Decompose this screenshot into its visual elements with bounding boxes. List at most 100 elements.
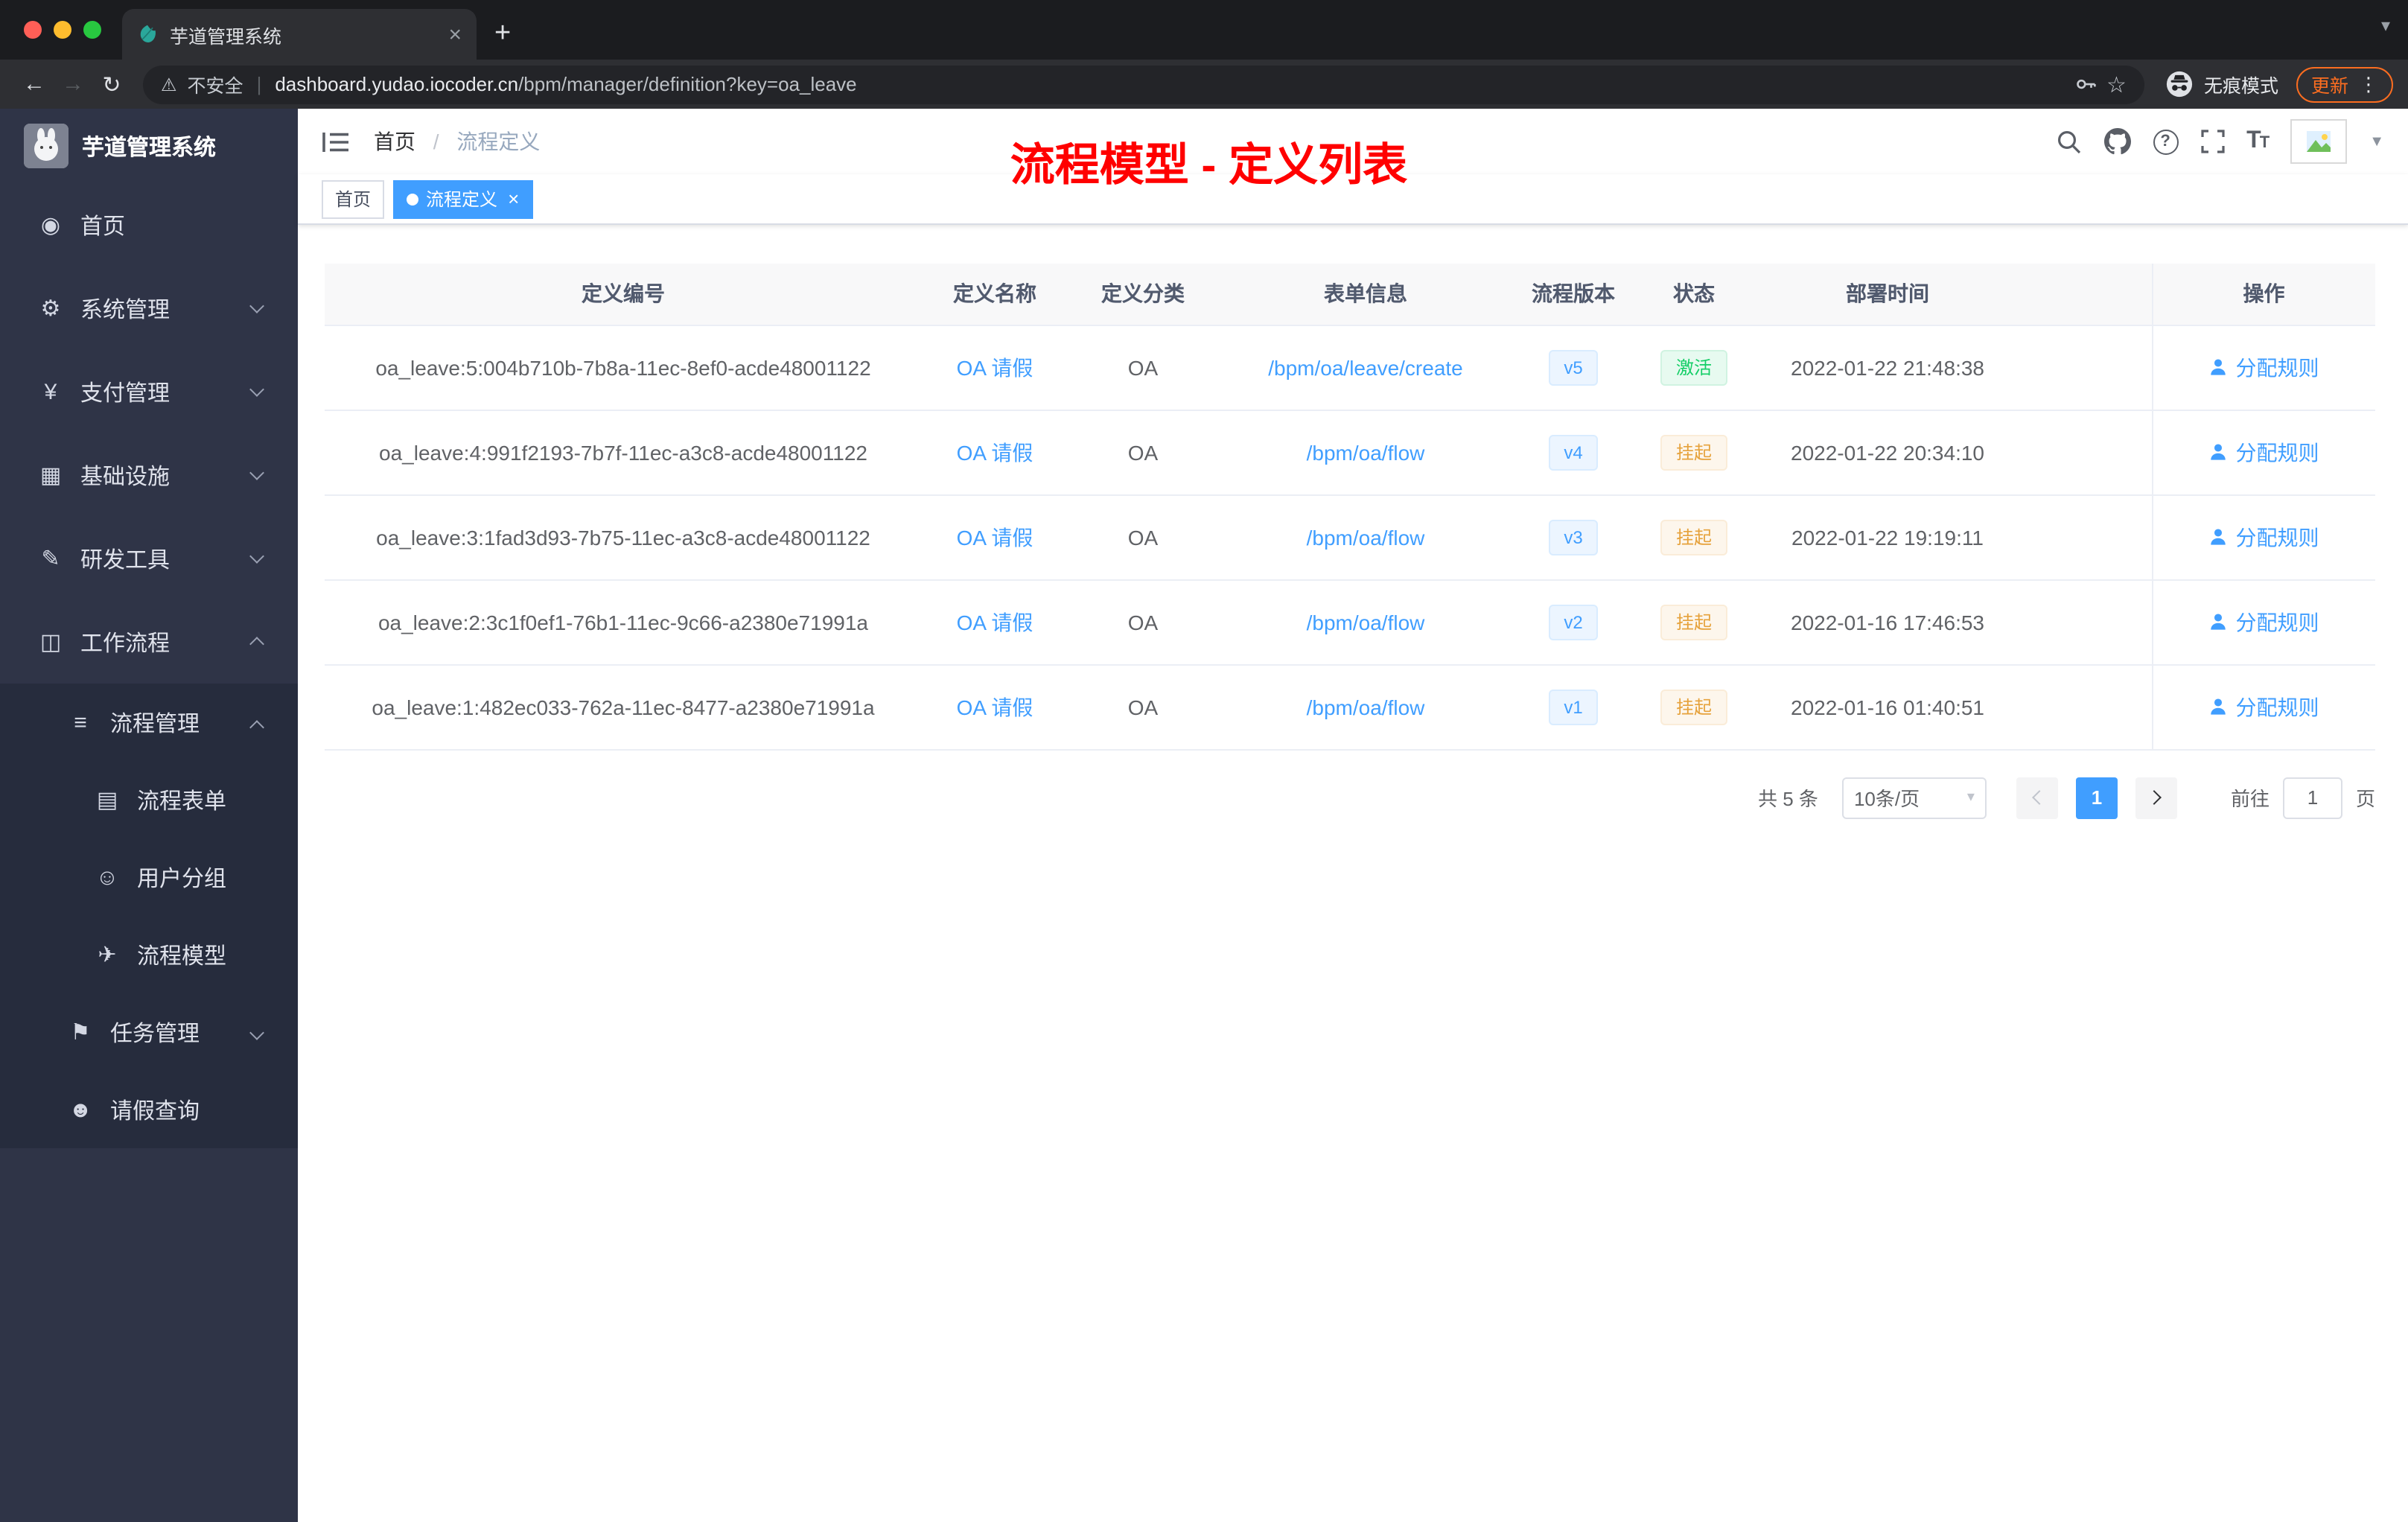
kebab-menu-icon[interactable]: ⋮	[2359, 72, 2378, 96]
avatar-caret-icon[interactable]: ▼	[2369, 133, 2384, 150]
definition-name-link[interactable]: OA 请假	[957, 525, 1033, 549]
cell-definition-name[interactable]: OA 请假	[922, 410, 1068, 495]
form-info-link[interactable]: /bpm/oa/flow	[1307, 610, 1425, 634]
cell-form-info[interactable]: /bpm/oa/flow	[1218, 410, 1513, 495]
font-size-icon[interactable]: TT	[2246, 128, 2270, 155]
table-header-row: 定义编号 定义名称 定义分类 表单信息 流程版本 状态 部署时间 操作	[325, 264, 2375, 325]
sidebar-item-system-mgmt[interactable]: ⚙ 系统管理	[0, 267, 298, 350]
browser-tab[interactable]: 芋道管理系统 ×	[122, 9, 477, 60]
fullscreen-icon[interactable]	[2200, 130, 2224, 153]
assign-rule-button[interactable]: 分配规则	[2209, 607, 2319, 637]
sidebar-item-home[interactable]: ◉ 首页	[0, 183, 298, 267]
form-info-link[interactable]: /bpm/oa/flow	[1307, 440, 1425, 464]
sidebar-logo-row[interactable]: 芋道管理系统	[0, 109, 298, 183]
assign-rule-button[interactable]: 分配规则	[2209, 352, 2319, 382]
definition-name-link[interactable]: OA 请假	[957, 355, 1033, 379]
cell-form-info[interactable]: /bpm/oa/flow	[1218, 579, 1513, 665]
chevron-down-icon	[249, 382, 264, 397]
breadcrumb-home[interactable]: 首页	[374, 130, 415, 153]
sidebar-item-process-model[interactable]: ✈ 流程模型	[0, 916, 298, 993]
address-bar[interactable]: ⚠ 不安全 | dashboard.yudao.iocoder.cn/bpm/m…	[143, 65, 2144, 104]
cell-category: OA	[1068, 410, 1218, 495]
minimize-window-button[interactable]	[54, 21, 71, 39]
sidebar-item-workflow[interactable]: ◫ 工作流程	[0, 600, 298, 684]
help-icon[interactable]: ?	[2153, 129, 2179, 154]
cell-category: OA	[1068, 325, 1218, 410]
yen-icon: ¥	[44, 379, 57, 404]
close-window-button[interactable]	[24, 21, 42, 39]
column-header-3: 表单信息	[1218, 264, 1513, 325]
sidebar-item-label: 任务管理	[110, 1021, 200, 1046]
page-number-button[interactable]: 1	[2075, 777, 2118, 818]
select-caret-icon: ▾	[1966, 789, 1975, 806]
new-tab-button[interactable]: +	[477, 18, 529, 60]
assign-rule-button[interactable]: 分配规则	[2209, 437, 2319, 467]
cell-definition-id: oa_leave:1:482ec033-762a-11ec-8477-a2380…	[325, 664, 922, 750]
next-page-button[interactable]	[2135, 777, 2177, 818]
sidebar-item-payment-mgmt[interactable]: ¥ 支付管理	[0, 350, 298, 433]
pagination-total: 共 5 条	[1758, 788, 1818, 810]
tag-close-icon[interactable]: ×	[508, 189, 519, 208]
cell-action[interactable]: 分配规则	[2151, 664, 2375, 750]
security-warning-icon[interactable]: ⚠	[161, 74, 177, 95]
definition-name-link[interactable]: OA 请假	[957, 695, 1033, 719]
person-icon: ☻	[69, 1097, 92, 1122]
tab-close-icon[interactable]: ×	[448, 23, 462, 45]
search-icon[interactable]	[2056, 129, 2081, 154]
status-badge: 挂起	[1660, 604, 1727, 640]
cell-version: v3	[1513, 494, 1634, 580]
cell-form-info[interactable]: /bpm/oa/leave/create	[1218, 325, 1513, 410]
cell-definition-name[interactable]: OA 请假	[922, 325, 1068, 410]
cell-version: v5	[1513, 325, 1634, 410]
cell-action[interactable]: 分配规则	[2151, 494, 2375, 580]
person-icon	[2209, 527, 2229, 547]
assign-rule-button[interactable]: 分配规则	[2209, 692, 2319, 722]
hamburger-icon[interactable]	[322, 129, 350, 154]
form-info-link[interactable]: /bpm/oa/flow	[1307, 695, 1425, 719]
person-icon	[2209, 697, 2229, 716]
sidebar-item-infrastructure[interactable]: ▦ 基础设施	[0, 433, 298, 517]
breadcrumb: 首页 / 流程定义	[374, 127, 540, 156]
cell-definition-name[interactable]: OA 请假	[922, 664, 1068, 750]
security-label[interactable]: 不安全	[188, 70, 243, 98]
sidebar-item-dev-tools[interactable]: ✎ 研发工具	[0, 517, 298, 600]
sidebar-item-process-form[interactable]: ▤ 流程表单	[0, 761, 298, 838]
form-info-link[interactable]: /bpm/oa/flow	[1307, 525, 1425, 549]
cell-action[interactable]: 分配规则	[2151, 579, 2375, 665]
tab-search-chevron-icon[interactable]: ▾	[2381, 15, 2390, 36]
cell-filler	[2021, 325, 2152, 410]
sidebar-item-process-mgmt[interactable]: ≡ 流程管理	[0, 684, 298, 761]
pagination: 共 5 条 10条/页 ▾ 1 前往 1 页	[325, 777, 2375, 818]
cell-form-info[interactable]: /bpm/oa/flow	[1218, 494, 1513, 580]
cell-definition-name[interactable]: OA 请假	[922, 494, 1068, 580]
user-avatar[interactable]	[2290, 119, 2348, 164]
github-icon[interactable]	[2103, 128, 2131, 155]
page-size-select[interactable]: 10条/页 ▾	[1841, 777, 1987, 818]
incognito-icon	[2165, 70, 2194, 98]
assign-rule-button[interactable]: 分配规则	[2209, 522, 2319, 552]
maximize-window-button[interactable]	[83, 21, 101, 39]
sidebar-item-task-mgmt[interactable]: ⚑ 任务管理	[0, 993, 298, 1071]
tab-title: 芋道管理系统	[170, 26, 282, 47]
browser-update-menu[interactable]: 更新 ⋮	[2296, 66, 2393, 102]
cell-action[interactable]: 分配规则	[2151, 410, 2375, 495]
form-info-link[interactable]: /bpm/oa/leave/create	[1268, 355, 1463, 379]
cell-definition-name[interactable]: OA 请假	[922, 579, 1068, 665]
table-row: oa_leave:5:004b710b-7b8a-11ec-8ef0-acde4…	[325, 325, 2375, 410]
reload-icon[interactable]: ↻	[92, 71, 131, 98]
sidebar-item-user-group[interactable]: ☺ 用户分组	[0, 838, 298, 916]
tag-流程定义[interactable]: 流程定义 ×	[393, 179, 533, 218]
cell-action[interactable]: 分配规则	[2151, 325, 2375, 410]
bookmark-star-icon[interactable]: ☆	[2106, 71, 2127, 98]
back-icon[interactable]: ←	[15, 71, 54, 97]
password-key-icon[interactable]	[2074, 73, 2096, 95]
prev-page-button[interactable]	[2016, 777, 2058, 818]
tag-首页[interactable]: 首页	[322, 179, 385, 218]
update-label[interactable]: 更新	[2311, 70, 2348, 98]
url-text[interactable]: dashboard.yudao.iocoder.cn/bpm/manager/d…	[275, 73, 2063, 95]
definition-name-link[interactable]: OA 请假	[957, 610, 1033, 634]
sidebar-item-leave-query[interactable]: ☻ 请假查询	[0, 1071, 298, 1148]
cell-form-info[interactable]: /bpm/oa/flow	[1218, 664, 1513, 750]
goto-page-input[interactable]: 1	[2282, 777, 2342, 818]
definition-name-link[interactable]: OA 请假	[957, 440, 1033, 464]
